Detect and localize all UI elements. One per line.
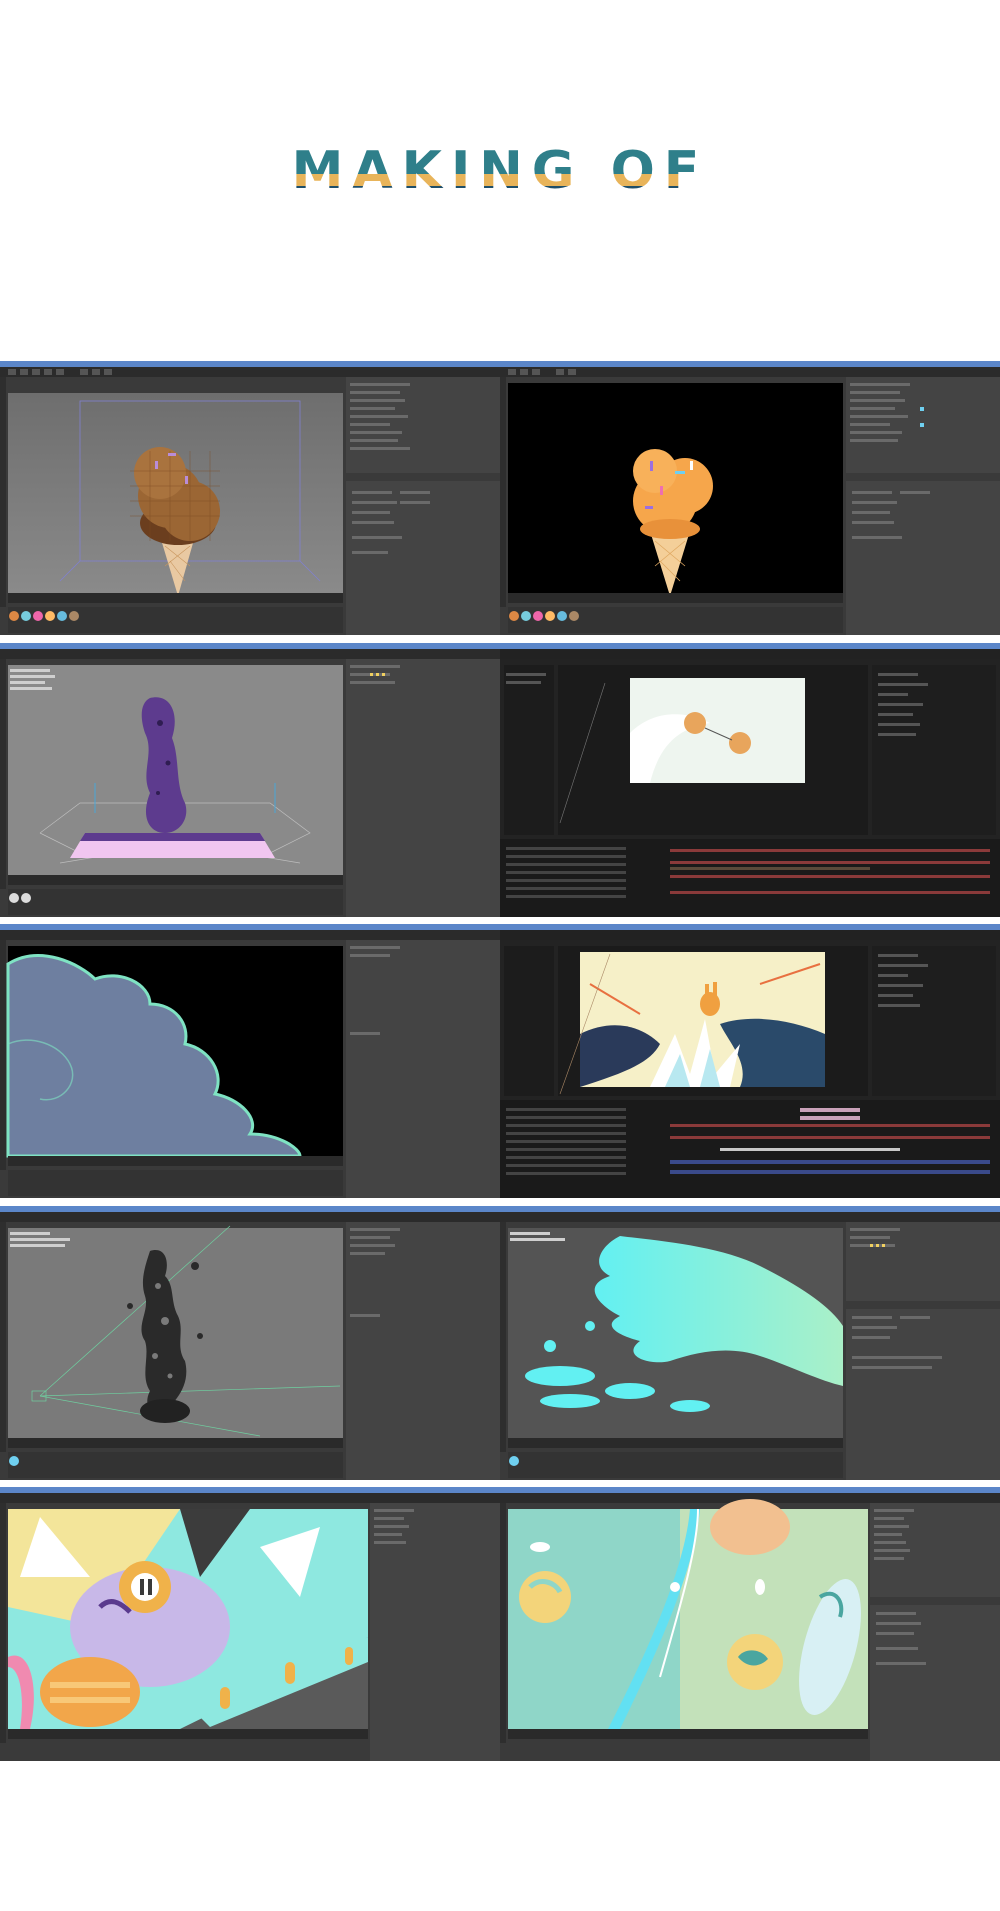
screenshot-c4d-orange-icecream	[500, 361, 1000, 635]
screenshot-ae-two-spheres	[500, 643, 1000, 917]
screenshot-c4d-dark-splash-mesh	[0, 1206, 500, 1480]
screenshot-c4d-cosmic-pipe	[500, 1487, 1000, 1761]
screenshot-c4d-robot-character	[0, 1487, 500, 1761]
screenshot-c4d-cyan-splash	[500, 1206, 1000, 1480]
screenshot-ae-bunny-explosion	[500, 924, 1000, 1198]
page-title-text: MAKING OF	[292, 141, 709, 200]
page-title: MAKING OF	[0, 140, 1000, 200]
screenshot-c4d-chocolate-icecream	[0, 361, 500, 635]
page-title-graphic: MAKING OF	[292, 141, 709, 200]
screenshot-c4d-blue-cloud	[0, 924, 500, 1198]
screenshot-c4d-purple-splash	[0, 643, 500, 917]
